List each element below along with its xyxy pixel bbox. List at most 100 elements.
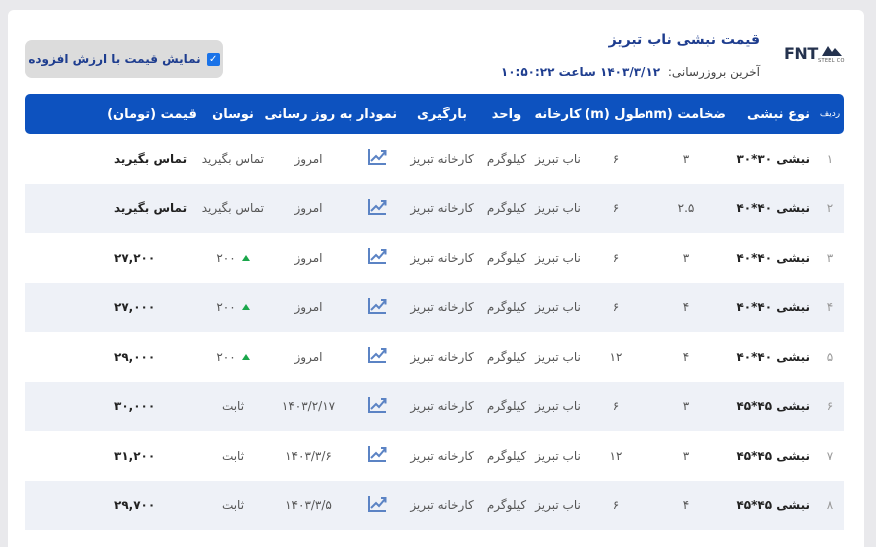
table-header: ردیف نوع نبشی ضخامت (mm) طول (m) کارخانه… xyxy=(25,94,844,134)
row-type: نبشی ۳۰*۳۰ xyxy=(736,151,810,166)
arrow-up-icon xyxy=(241,304,250,311)
row-thickness: ۳ xyxy=(682,448,690,463)
trending-chart-icon xyxy=(368,396,387,413)
row-chart-button[interactable] xyxy=(353,395,401,418)
col-unit: واحد xyxy=(491,106,522,122)
col-price: قیمت (تومان) xyxy=(107,106,197,122)
row-length: ۶ xyxy=(612,498,620,513)
row-loading: کارخانه تبریز xyxy=(410,448,474,463)
row-loading: کارخانه تبریز xyxy=(410,250,474,265)
row-thickness: ۴ xyxy=(682,498,690,513)
row-index: ۵ xyxy=(826,349,834,364)
trending-chart-icon xyxy=(368,297,387,314)
row-price: ۲۹,۷۰۰ xyxy=(114,498,156,513)
row-change: تماس بگیرید xyxy=(202,151,264,166)
table-row: ۸ نبشی ۴۵*۴۵ ۴ ۶ ناب تبریز کیلوگرم کارخانه تبر… xyxy=(25,480,844,530)
row-updated: امروز xyxy=(294,201,323,216)
row-thickness: ۲.۵ xyxy=(677,201,695,216)
row-loading: کارخانه تبریز xyxy=(410,201,474,216)
logo-subtext: STEEL CO xyxy=(818,58,845,64)
row-updated: ۱۴۰۳/۳/۶ xyxy=(285,448,332,463)
row-updated: ۱۴۰۳/۲/۱۷ xyxy=(281,399,336,414)
col-type: نوع نبشی xyxy=(746,106,810,122)
row-thickness: ۳ xyxy=(682,399,690,414)
row-type: نبشی ۴۰*۴۰ xyxy=(736,300,810,315)
row-unit: کیلوگرم xyxy=(486,498,527,513)
row-chart-button[interactable] xyxy=(353,197,401,220)
row-price: ۲۷,۰۰۰ xyxy=(114,300,156,315)
row-change: ۲۰۰ xyxy=(202,251,264,265)
row-type: نبشی ۴۰*۴۰ xyxy=(736,250,810,265)
row-unit: کیلوگرم xyxy=(486,250,527,265)
row-unit: کیلوگرم xyxy=(486,201,527,216)
col-thickness: ضخامت (mm) xyxy=(646,106,726,122)
trending-chart-icon xyxy=(368,446,387,463)
row-index: ۸ xyxy=(826,498,834,513)
fnt-logo-icon: FNT STEEL CO xyxy=(784,44,848,66)
row-thickness: ۳ xyxy=(682,250,690,265)
table-row: ۶ نبشی ۴۵*۴۵ ۳ ۶ ناب تبریز کیلوگرم کارخانه تبر… xyxy=(25,381,844,431)
row-factory: ناب تبریز xyxy=(535,349,581,364)
trending-chart-icon xyxy=(368,149,387,166)
row-length: ۱۲ xyxy=(609,448,623,463)
row-length: ۶ xyxy=(612,399,620,414)
row-chart-button[interactable] xyxy=(353,147,401,170)
row-index: ۲ xyxy=(826,201,834,216)
vat-checkbox[interactable]: ✓ xyxy=(206,52,220,66)
col-change: نوسان xyxy=(212,106,254,122)
row-factory: ناب تبریز xyxy=(535,300,581,315)
row-index: ۶ xyxy=(826,399,834,414)
row-chart-button[interactable] xyxy=(353,345,401,368)
row-price: ۲۷,۲۰۰ xyxy=(114,250,156,265)
table-row: ۴ نبشی ۴۰*۴۰ ۴ ۶ ناب تبریز کیلوگرم کارخانه تبر… xyxy=(25,282,844,332)
arrow-up-icon xyxy=(241,254,250,261)
row-loading: کارخانه تبریز xyxy=(410,151,474,166)
row-unit: کیلوگرم xyxy=(486,151,527,166)
trending-chart-icon xyxy=(368,198,387,215)
page-title: قیمت نبشی ناب تبریز xyxy=(608,32,760,48)
table-row: ۲ نبشی ۴۰*۴۰ ۲.۵ ۶ ناب تبریز کیلوگرم کارخانه ت… xyxy=(25,183,844,233)
row-chart-button[interactable] xyxy=(353,494,401,517)
row-length: ۶ xyxy=(612,250,620,265)
row-change: ثابت xyxy=(221,498,245,513)
logo-mark-icon xyxy=(822,46,842,56)
last-update-label: آخرین بروزرسانی: xyxy=(667,65,760,79)
page-header: FNT STEEL CO قیمت نبشی ناب تبریز آخرین ب… xyxy=(8,10,864,94)
row-updated: ۱۴۰۳/۳/۵ xyxy=(285,498,332,513)
last-update-value: ۱۴۰۳/۳/۱۲ ساعت ۱۰:۵۰:۲۲ xyxy=(500,65,661,79)
row-updated: امروز xyxy=(294,300,323,315)
row-type: نبشی ۴۵*۴۵ xyxy=(736,448,810,463)
row-index: ۷ xyxy=(826,448,834,463)
row-change: ثابت xyxy=(221,399,245,414)
row-type: نبشی ۴۵*۴۵ xyxy=(736,399,810,414)
col-index: ردیف xyxy=(819,109,841,119)
row-index: ۳ xyxy=(826,250,834,265)
row-chart-button[interactable] xyxy=(353,246,401,269)
row-price: تماس بگیرید xyxy=(114,151,188,166)
row-index: ۴ xyxy=(826,300,834,315)
row-unit: کیلوگرم xyxy=(486,399,527,414)
table-row: ۱ نبشی ۳۰*۳۰ ۳ ۶ ناب تبریز کیلوگرم کارخانه تبر… xyxy=(25,134,844,184)
row-change: تماس بگیرید xyxy=(202,201,264,216)
row-loading: کارخانه تبریز xyxy=(410,498,474,513)
table-body: ۱ نبشی ۳۰*۳۰ ۳ ۶ ناب تبریز کیلوگرم کارخانه تبر… xyxy=(25,134,844,530)
table-row: ۵ نبشی ۴۰*۴۰ ۴ ۱۲ ناب تبریز کیلوگرم کارخانه تب… xyxy=(25,332,844,382)
row-factory: ناب تبریز xyxy=(535,201,581,216)
row-type: نبشی ۴۰*۴۰ xyxy=(736,201,810,216)
row-price: ۲۹,۰۰۰ xyxy=(114,349,156,364)
row-chart-button[interactable] xyxy=(353,296,401,319)
row-updated: امروز xyxy=(294,250,323,265)
trending-chart-icon xyxy=(368,248,387,265)
row-loading: کارخانه تبریز xyxy=(410,399,474,414)
vat-toggle-button[interactable]: ✓ نمایش قیمت با ارزش افزوده xyxy=(25,40,223,78)
row-thickness: ۳ xyxy=(682,151,690,166)
row-chart-button[interactable] xyxy=(353,444,401,467)
row-thickness: ۴ xyxy=(682,300,690,315)
row-loading: کارخانه تبریز xyxy=(410,349,474,364)
price-table: ردیف نوع نبشی ضخامت (mm) طول (m) کارخانه… xyxy=(25,94,844,530)
vat-toggle-label: نمایش قیمت با ارزش افزوده xyxy=(28,52,201,66)
row-factory: ناب تبریز xyxy=(535,151,581,166)
row-change: ۲۰۰ xyxy=(202,350,264,364)
row-index: ۱ xyxy=(826,151,834,166)
row-price: ۳۰,۰۰۰ xyxy=(114,399,156,414)
